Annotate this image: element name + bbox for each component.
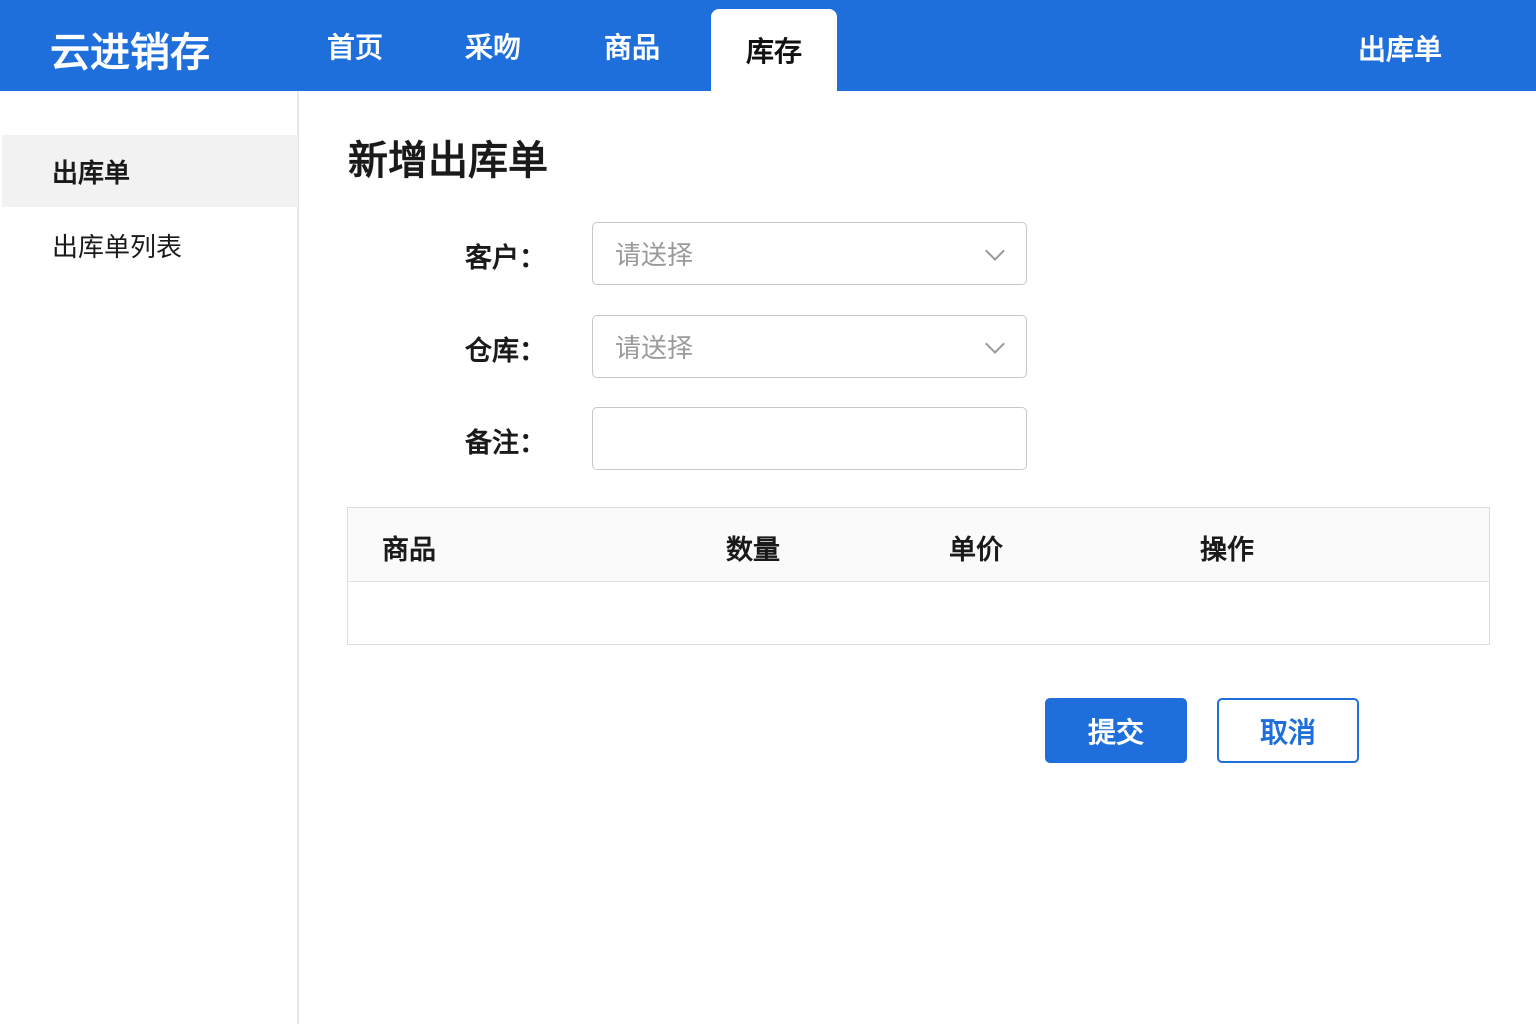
header-current-page[interactable]: 出库单 <box>1358 28 1442 68</box>
sidebar-item-outbound-order[interactable]: 出库单 <box>2 135 298 207</box>
nav-home[interactable]: 首页 <box>310 0 400 91</box>
chevron-down-icon <box>985 241 1005 261</box>
remark-input[interactable] <box>592 407 1027 470</box>
top-bar: 云进销存 首页 采吻 商品 库存 出库单 <box>0 0 1536 91</box>
customer-select[interactable]: 请送择 <box>592 222 1027 285</box>
submit-button[interactable]: 提交 <box>1045 698 1187 763</box>
col-action: 操作 <box>1200 535 1254 566</box>
warehouse-label: 仓库： <box>465 336 546 367</box>
sidebar: 出库单 出库单列表 <box>0 91 299 1024</box>
table-header: 商品 数量 单价 操作 <box>348 508 1489 582</box>
customer-label: 客户： <box>465 243 546 274</box>
sidebar-item-outbound-list[interactable]: 出库单列表 <box>2 209 298 281</box>
customer-placeholder: 请送择 <box>615 241 694 271</box>
app-logo: 云进销存 <box>50 30 210 76</box>
items-table: 商品 数量 单价 操作 <box>347 507 1490 645</box>
chevron-down-icon <box>985 334 1005 354</box>
nav-inventory[interactable]: 库存 <box>711 9 837 91</box>
cancel-button[interactable]: 取消 <box>1217 698 1359 763</box>
col-quantity: 数量 <box>726 535 780 566</box>
nav-products[interactable]: 商品 <box>587 0 677 91</box>
col-product: 商品 <box>382 535 436 566</box>
warehouse-select[interactable]: 请送择 <box>592 315 1027 378</box>
col-price: 单价 <box>949 535 1003 566</box>
page-title: 新增出库单 <box>348 138 548 184</box>
warehouse-placeholder: 请送择 <box>615 334 694 364</box>
nav-purchase[interactable]: 采吻 <box>448 0 538 91</box>
remark-label: 备注： <box>465 428 546 459</box>
